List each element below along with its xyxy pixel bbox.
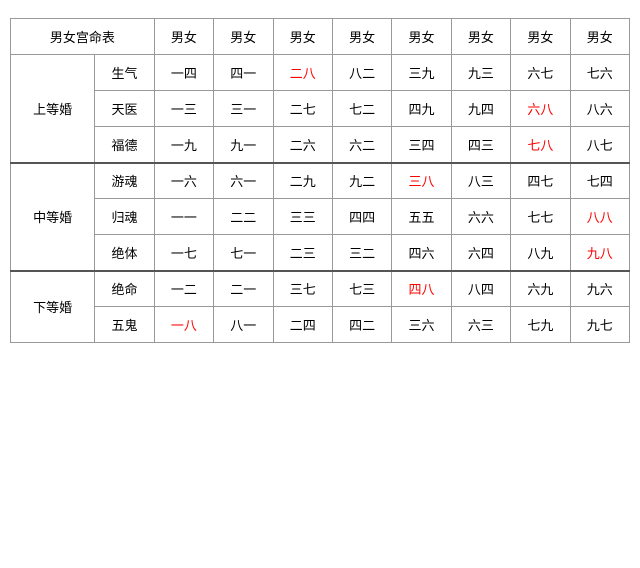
cell-2-1-3: 四二 xyxy=(332,307,391,343)
cell-1-2-2: 二三 xyxy=(273,235,332,271)
cell-0-2-4: 三四 xyxy=(392,127,451,163)
row-label: 生气 xyxy=(95,55,154,91)
cell-0-1-3: 七二 xyxy=(332,91,391,127)
cell-2-0-4: 四八 xyxy=(392,271,451,307)
cell-0-0-5: 九三 xyxy=(451,55,510,91)
row-label: 归魂 xyxy=(95,199,154,235)
cell-0-1-6: 六八 xyxy=(511,91,570,127)
cell-2-1-1: 八一 xyxy=(214,307,273,343)
cell-2-0-0: 一二 xyxy=(154,271,213,307)
cell-1-1-3: 四四 xyxy=(332,199,391,235)
cell-0-1-0: 一三 xyxy=(154,91,213,127)
cell-2-0-1: 二一 xyxy=(214,271,273,307)
cell-0-0-6: 六七 xyxy=(511,55,570,91)
section-label-0: 上等婚 xyxy=(11,55,95,163)
table-row: 绝体一七七一二三三二四六六四八九九八 xyxy=(11,235,630,271)
table-header-col-0: 男女 xyxy=(154,19,213,55)
cell-1-0-4: 三八 xyxy=(392,163,451,199)
cell-1-1-2: 三三 xyxy=(273,199,332,235)
cell-1-2-3: 三二 xyxy=(332,235,391,271)
table-row: 中等婚游魂一六六一二九九二三八八三四七七四 xyxy=(11,163,630,199)
table-header-col-7: 男女 xyxy=(570,19,629,55)
cell-0-1-4: 四九 xyxy=(392,91,451,127)
cell-1-1-4: 五五 xyxy=(392,199,451,235)
cell-0-1-2: 二七 xyxy=(273,91,332,127)
table-row: 下等婚绝命一二二一三七七三四八八四六九九六 xyxy=(11,271,630,307)
table-header-col-1: 男女 xyxy=(214,19,273,55)
cell-2-0-6: 六九 xyxy=(511,271,570,307)
cell-2-1-2: 二四 xyxy=(273,307,332,343)
table-row: 福德一九九一二六六二三四四三七八八七 xyxy=(11,127,630,163)
cell-2-1-5: 六三 xyxy=(451,307,510,343)
cell-1-0-6: 四七 xyxy=(511,163,570,199)
cell-1-0-1: 六一 xyxy=(214,163,273,199)
row-label: 绝体 xyxy=(95,235,154,271)
section-label-2: 下等婚 xyxy=(11,271,95,343)
cell-1-1-1: 二二 xyxy=(214,199,273,235)
cell-1-0-0: 一六 xyxy=(154,163,213,199)
cell-0-2-3: 六二 xyxy=(332,127,391,163)
cell-0-2-6: 七八 xyxy=(511,127,570,163)
cell-0-0-3: 八二 xyxy=(332,55,391,91)
cell-0-0-4: 三九 xyxy=(392,55,451,91)
cell-1-0-7: 七四 xyxy=(570,163,629,199)
table-header-col-3: 男女 xyxy=(332,19,391,55)
cell-2-0-2: 三七 xyxy=(273,271,332,307)
cell-1-2-5: 六四 xyxy=(451,235,510,271)
cell-1-1-5: 六六 xyxy=(451,199,510,235)
row-label: 五鬼 xyxy=(95,307,154,343)
cell-0-2-5: 四三 xyxy=(451,127,510,163)
cell-0-2-1: 九一 xyxy=(214,127,273,163)
cell-2-1-4: 三六 xyxy=(392,307,451,343)
cell-1-0-3: 九二 xyxy=(332,163,391,199)
table-row: 上等婚生气一四四一二八八二三九九三六七七六 xyxy=(11,55,630,91)
cell-2-0-5: 八四 xyxy=(451,271,510,307)
cell-0-1-7: 八六 xyxy=(570,91,629,127)
cell-1-2-1: 七一 xyxy=(214,235,273,271)
cell-0-0-2: 二八 xyxy=(273,55,332,91)
cell-0-1-5: 九四 xyxy=(451,91,510,127)
cell-1-0-2: 二九 xyxy=(273,163,332,199)
cell-0-2-0: 一九 xyxy=(154,127,213,163)
cell-2-1-6: 七九 xyxy=(511,307,570,343)
cell-1-2-0: 一七 xyxy=(154,235,213,271)
cell-2-0-7: 九六 xyxy=(570,271,629,307)
row-label: 游魂 xyxy=(95,163,154,199)
cell-0-2-7: 八七 xyxy=(570,127,629,163)
table-header-col-5: 男女 xyxy=(451,19,510,55)
row-label: 福德 xyxy=(95,127,154,163)
cell-1-2-4: 四六 xyxy=(392,235,451,271)
table-header-col-6: 男女 xyxy=(511,19,570,55)
cell-1-1-6: 七七 xyxy=(511,199,570,235)
table-header-col-2: 男女 xyxy=(273,19,332,55)
table-row: 五鬼一八八一二四四二三六六三七九九七 xyxy=(11,307,630,343)
cell-0-0-1: 四一 xyxy=(214,55,273,91)
cell-0-2-2: 二六 xyxy=(273,127,332,163)
cell-0-0-7: 七六 xyxy=(570,55,629,91)
cell-1-1-7: 八八 xyxy=(570,199,629,235)
table-header-col-4: 男女 xyxy=(392,19,451,55)
table-header-main: 男女宫命表 xyxy=(11,19,155,55)
section-label-1: 中等婚 xyxy=(11,163,95,271)
cell-2-1-0: 一八 xyxy=(154,307,213,343)
row-label: 绝命 xyxy=(95,271,154,307)
cell-0-0-0: 一四 xyxy=(154,55,213,91)
cell-2-1-7: 九七 xyxy=(570,307,629,343)
table-row: 归魂一一二二三三四四五五六六七七八八 xyxy=(11,199,630,235)
cell-2-0-3: 七三 xyxy=(332,271,391,307)
row-label: 天医 xyxy=(95,91,154,127)
cell-1-0-5: 八三 xyxy=(451,163,510,199)
marriage-table: 男女宫命表男女男女男女男女男女男女男女男女上等婚生气一四四一二八八二三九九三六七… xyxy=(10,18,630,343)
cell-1-2-6: 八九 xyxy=(511,235,570,271)
cell-1-1-0: 一一 xyxy=(154,199,213,235)
table-row: 天医一三三一二七七二四九九四六八八六 xyxy=(11,91,630,127)
cell-0-1-1: 三一 xyxy=(214,91,273,127)
cell-1-2-7: 九八 xyxy=(570,235,629,271)
